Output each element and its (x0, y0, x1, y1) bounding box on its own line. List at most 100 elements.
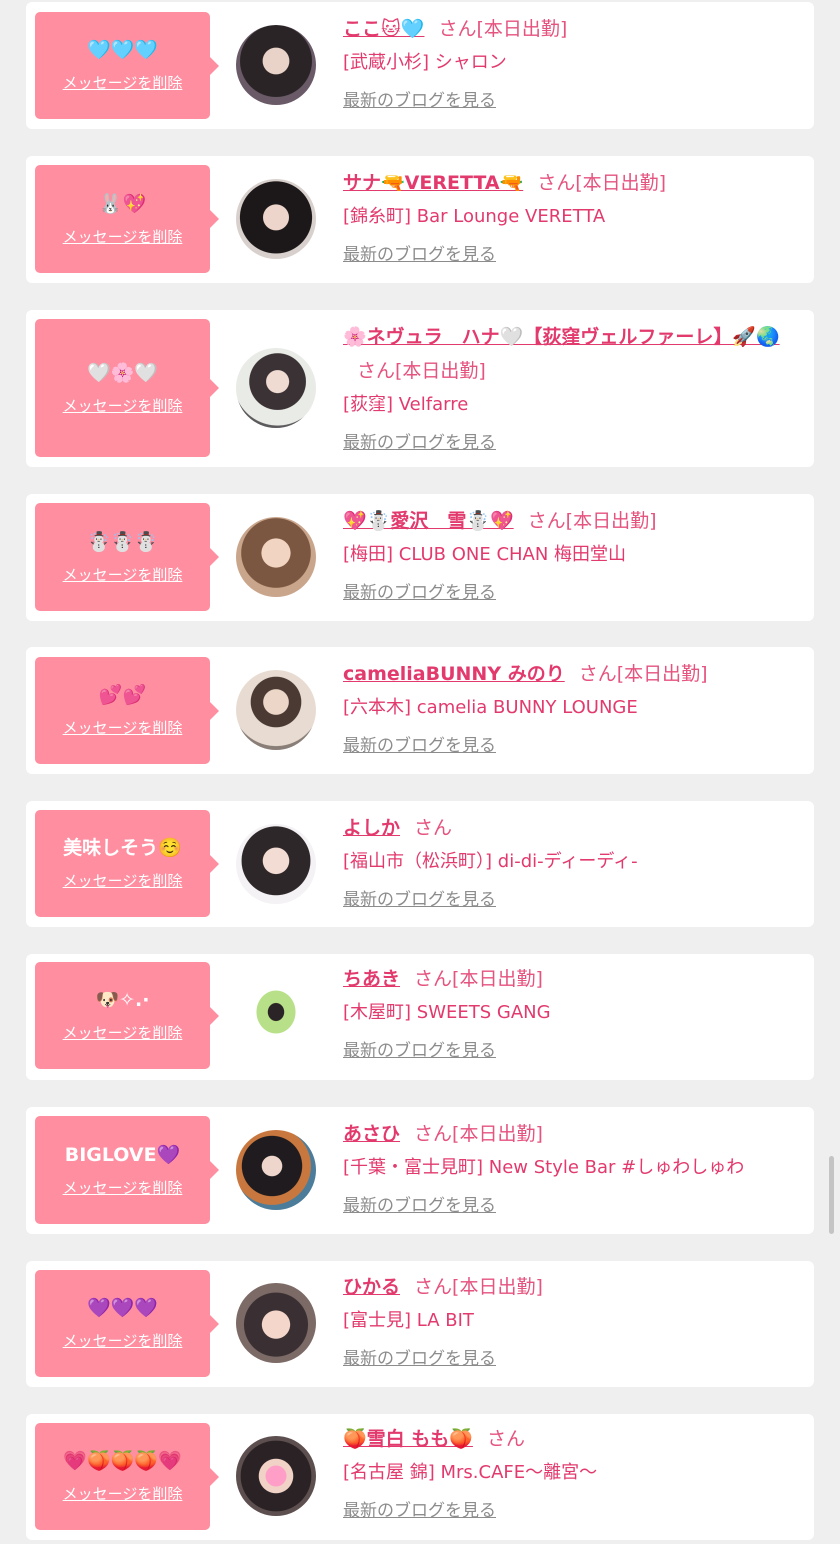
latest-blog-link[interactable]: 最新のブログを見る (343, 733, 496, 759)
avatar[interactable] (236, 348, 316, 428)
name-line: よしか さん (343, 811, 804, 845)
cast-name-link[interactable]: 💖☃️愛沢 雪☃️💖 (343, 510, 514, 532)
shop-info: [名古屋 錦] Mrs.CAFE〜離宮〜 (343, 1462, 598, 1483)
cast-info: ひかる さん[本日出勤] [富士見] LA BIT 最新のブログを見る (343, 1270, 804, 1372)
cast-info: あさひ さん[本日出勤] [千葉・富士見町] New Style Bar #しゅわ… (343, 1117, 804, 1219)
cast-name-link[interactable]: サナ🔫VERETTA🔫 (343, 172, 523, 194)
cast-info: cameliaBUNNY みのり さん[本日出勤] [六本木] camelia B… (343, 657, 804, 759)
name-line: cameliaBUNNY みのり さん[本日出勤] (343, 657, 804, 691)
shop-info: [武蔵小杉] シャロン (343, 52, 507, 73)
message-text: 美味しそう☺️ (63, 837, 182, 859)
shop-info: [六本木] camelia BUNNY LOUNGE (343, 697, 638, 718)
avatar[interactable] (236, 976, 316, 1056)
cast-name-link[interactable]: cameliaBUNNY みのり (343, 663, 565, 685)
cast-info: 🌸ネヴュラ ハナ🤍【荻窪ヴェルファーレ】🚀🌏 さん[本日出勤] [荻窪] Velf… (343, 320, 804, 456)
message-bubble: 💕💕 メッセージを削除 (35, 657, 219, 764)
message-text: 💗🍑🍑🍑💗 (63, 1450, 182, 1472)
avatar[interactable] (236, 824, 316, 904)
work-status: [本日出勤] (452, 1276, 543, 1298)
delete-message-link[interactable]: メッセージを削除 (63, 1177, 183, 1198)
message-text: 🐰💖 (98, 192, 147, 215)
cast-info: サナ🔫VERETTA🔫 さん[本日出勤] [錦糸町] Bar Lounge VER… (343, 166, 804, 268)
message-text: 💜💜💜 (87, 1297, 158, 1319)
work-status: [本日出勤] (452, 1123, 543, 1145)
message-card: 💕💕 メッセージを削除 cameliaBUNNY みのり さん[本日出勤] [六本… (26, 647, 814, 774)
message-card: 🩵🩵🩵 メッセージを削除 ここ🐱🩵 さん[本日出勤] [武蔵小杉] シャロン 最新… (26, 2, 814, 129)
avatar[interactable] (236, 1130, 316, 1210)
shop-info: [福山市（松浜町）] di-di-ディーディ- (343, 851, 638, 872)
message-bubble: BIGLOVE💜 メッセージを削除 (35, 1116, 219, 1224)
delete-message-link[interactable]: メッセージを削除 (63, 72, 183, 93)
honorific: さん (438, 18, 477, 40)
latest-blog-link[interactable]: 最新のブログを見る (343, 430, 496, 456)
delete-message-link[interactable]: メッセージを削除 (63, 1330, 183, 1351)
cast-name-link[interactable]: ここ🐱🩵 (343, 18, 424, 40)
name-line: ちあき さん[本日出勤] (343, 962, 804, 996)
latest-blog-link[interactable]: 最新のブログを見る (343, 887, 496, 913)
shop-info: [梅田] CLUB ONE CHAN 梅田堂山 (343, 544, 627, 565)
message-text: 🤍🌸🤍 (87, 361, 158, 384)
avatar[interactable] (236, 25, 316, 105)
latest-blog-link[interactable]: 最新のブログを見る (343, 88, 496, 114)
cast-name-link[interactable]: 🌸ネヴュラ ハナ🤍【荻窪ヴェルファーレ】🚀🌏 (343, 326, 780, 348)
honorific: さん (414, 1123, 453, 1145)
shop-info: [木屋町] SWEETS GANG (343, 1002, 551, 1023)
delete-message-link[interactable]: メッセージを削除 (63, 564, 183, 585)
message-card: 🐰💖 メッセージを削除 サナ🔫VERETTA🔫 さん[本日出勤] [錦糸町] Ba… (26, 156, 814, 283)
cast-info: ここ🐱🩵 さん[本日出勤] [武蔵小杉] シャロン 最新のブログを見る (343, 12, 804, 114)
honorific: さん (414, 1276, 453, 1298)
cast-info: 💖☃️愛沢 雪☃️💖 さん[本日出勤] [梅田] CLUB ONE CHAN 梅田… (343, 504, 804, 606)
message-bubble: 🤍🌸🤍 メッセージを削除 (35, 319, 219, 457)
name-line: あさひ さん[本日出勤] (343, 1117, 804, 1151)
message-card: 🐶✧.· メッセージを削除 ちあき さん[本日出勤] [木屋町] SWEETS G… (26, 954, 814, 1080)
message-text: 🐶✧.· (95, 989, 150, 1011)
message-card: 美味しそう☺️ メッセージを削除 よしか さん [福山市（松浜町）] di-di-… (26, 801, 814, 927)
message-bubble: 💜💜💜 メッセージを削除 (35, 1270, 219, 1377)
name-line: 🌸ネヴュラ ハナ🤍【荻窪ヴェルファーレ】🚀🌏 さん[本日出勤] (343, 320, 804, 388)
cast-name-link[interactable]: よしか (343, 817, 400, 839)
latest-blog-link[interactable]: 最新のブログを見る (343, 1038, 496, 1064)
cast-info: 🍑雪白 もも🍑 さん [名古屋 錦] Mrs.CAFE〜離宮〜 最新のブログを見る (343, 1422, 804, 1524)
work-status: [本日出勤] (616, 663, 708, 685)
message-bubble: 🐶✧.· メッセージを削除 (35, 962, 219, 1069)
delete-message-link[interactable]: メッセージを削除 (63, 1022, 183, 1043)
avatar[interactable] (236, 670, 316, 750)
shop-info: [千葉・富士見町] New Style Bar #しゅわしゅわ (343, 1157, 745, 1178)
work-status: [本日出勤] (575, 172, 667, 194)
work-status: [本日出勤] (565, 510, 657, 532)
honorific: さん (414, 817, 453, 839)
shop-info: [錦糸町] Bar Lounge VERETTA (343, 206, 606, 227)
latest-blog-link[interactable]: 最新のブログを見る (343, 1498, 496, 1524)
cast-name-link[interactable]: ちあき (343, 968, 400, 990)
cast-info: よしか さん [福山市（松浜町）] di-di-ディーディ- 最新のブログを見る (343, 811, 804, 913)
avatar[interactable] (236, 179, 316, 259)
delete-message-link[interactable]: メッセージを削除 (63, 1483, 183, 1504)
message-card: ☃️☃️☃️ メッセージを削除 💖☃️愛沢 雪☃️💖 さん[本日出勤] [梅田] … (26, 494, 814, 621)
message-bubble: 美味しそう☺️ メッセージを削除 (35, 810, 219, 917)
name-line: 💖☃️愛沢 雪☃️💖 さん[本日出勤] (343, 504, 804, 538)
name-line: ひかる さん[本日出勤] (343, 1270, 804, 1304)
honorific: さん (527, 510, 566, 532)
delete-message-link[interactable]: メッセージを削除 (63, 870, 183, 891)
latest-blog-link[interactable]: 最新のブログを見る (343, 1193, 496, 1219)
work-status: [本日出勤] (476, 18, 568, 40)
name-line: サナ🔫VERETTA🔫 さん[本日出勤] (343, 166, 804, 200)
message-bubble: 🐰💖 メッセージを削除 (35, 165, 219, 273)
avatar[interactable] (236, 517, 316, 597)
name-line: 🍑雪白 もも🍑 さん (343, 1422, 804, 1456)
latest-blog-link[interactable]: 最新のブログを見る (343, 1346, 496, 1372)
delete-message-link[interactable]: メッセージを削除 (63, 395, 183, 416)
honorific: さん (414, 968, 453, 990)
cast-name-link[interactable]: あさひ (343, 1123, 400, 1145)
avatar[interactable] (236, 1436, 316, 1516)
latest-blog-link[interactable]: 最新のブログを見る (343, 580, 496, 606)
latest-blog-link[interactable]: 最新のブログを見る (343, 242, 496, 268)
scrollbar-thumb[interactable] (829, 1156, 834, 1234)
cast-name-link[interactable]: 🍑雪白 もも🍑 (343, 1428, 473, 1450)
honorific: さん (486, 1428, 525, 1450)
message-card: 🤍🌸🤍 メッセージを削除 🌸ネヴュラ ハナ🤍【荻窪ヴェルファーレ】🚀🌏 さん[本日… (26, 310, 814, 467)
avatar[interactable] (236, 1283, 316, 1363)
delete-message-link[interactable]: メッセージを削除 (63, 717, 183, 738)
cast-name-link[interactable]: ひかる (343, 1276, 400, 1298)
delete-message-link[interactable]: メッセージを削除 (63, 226, 183, 247)
